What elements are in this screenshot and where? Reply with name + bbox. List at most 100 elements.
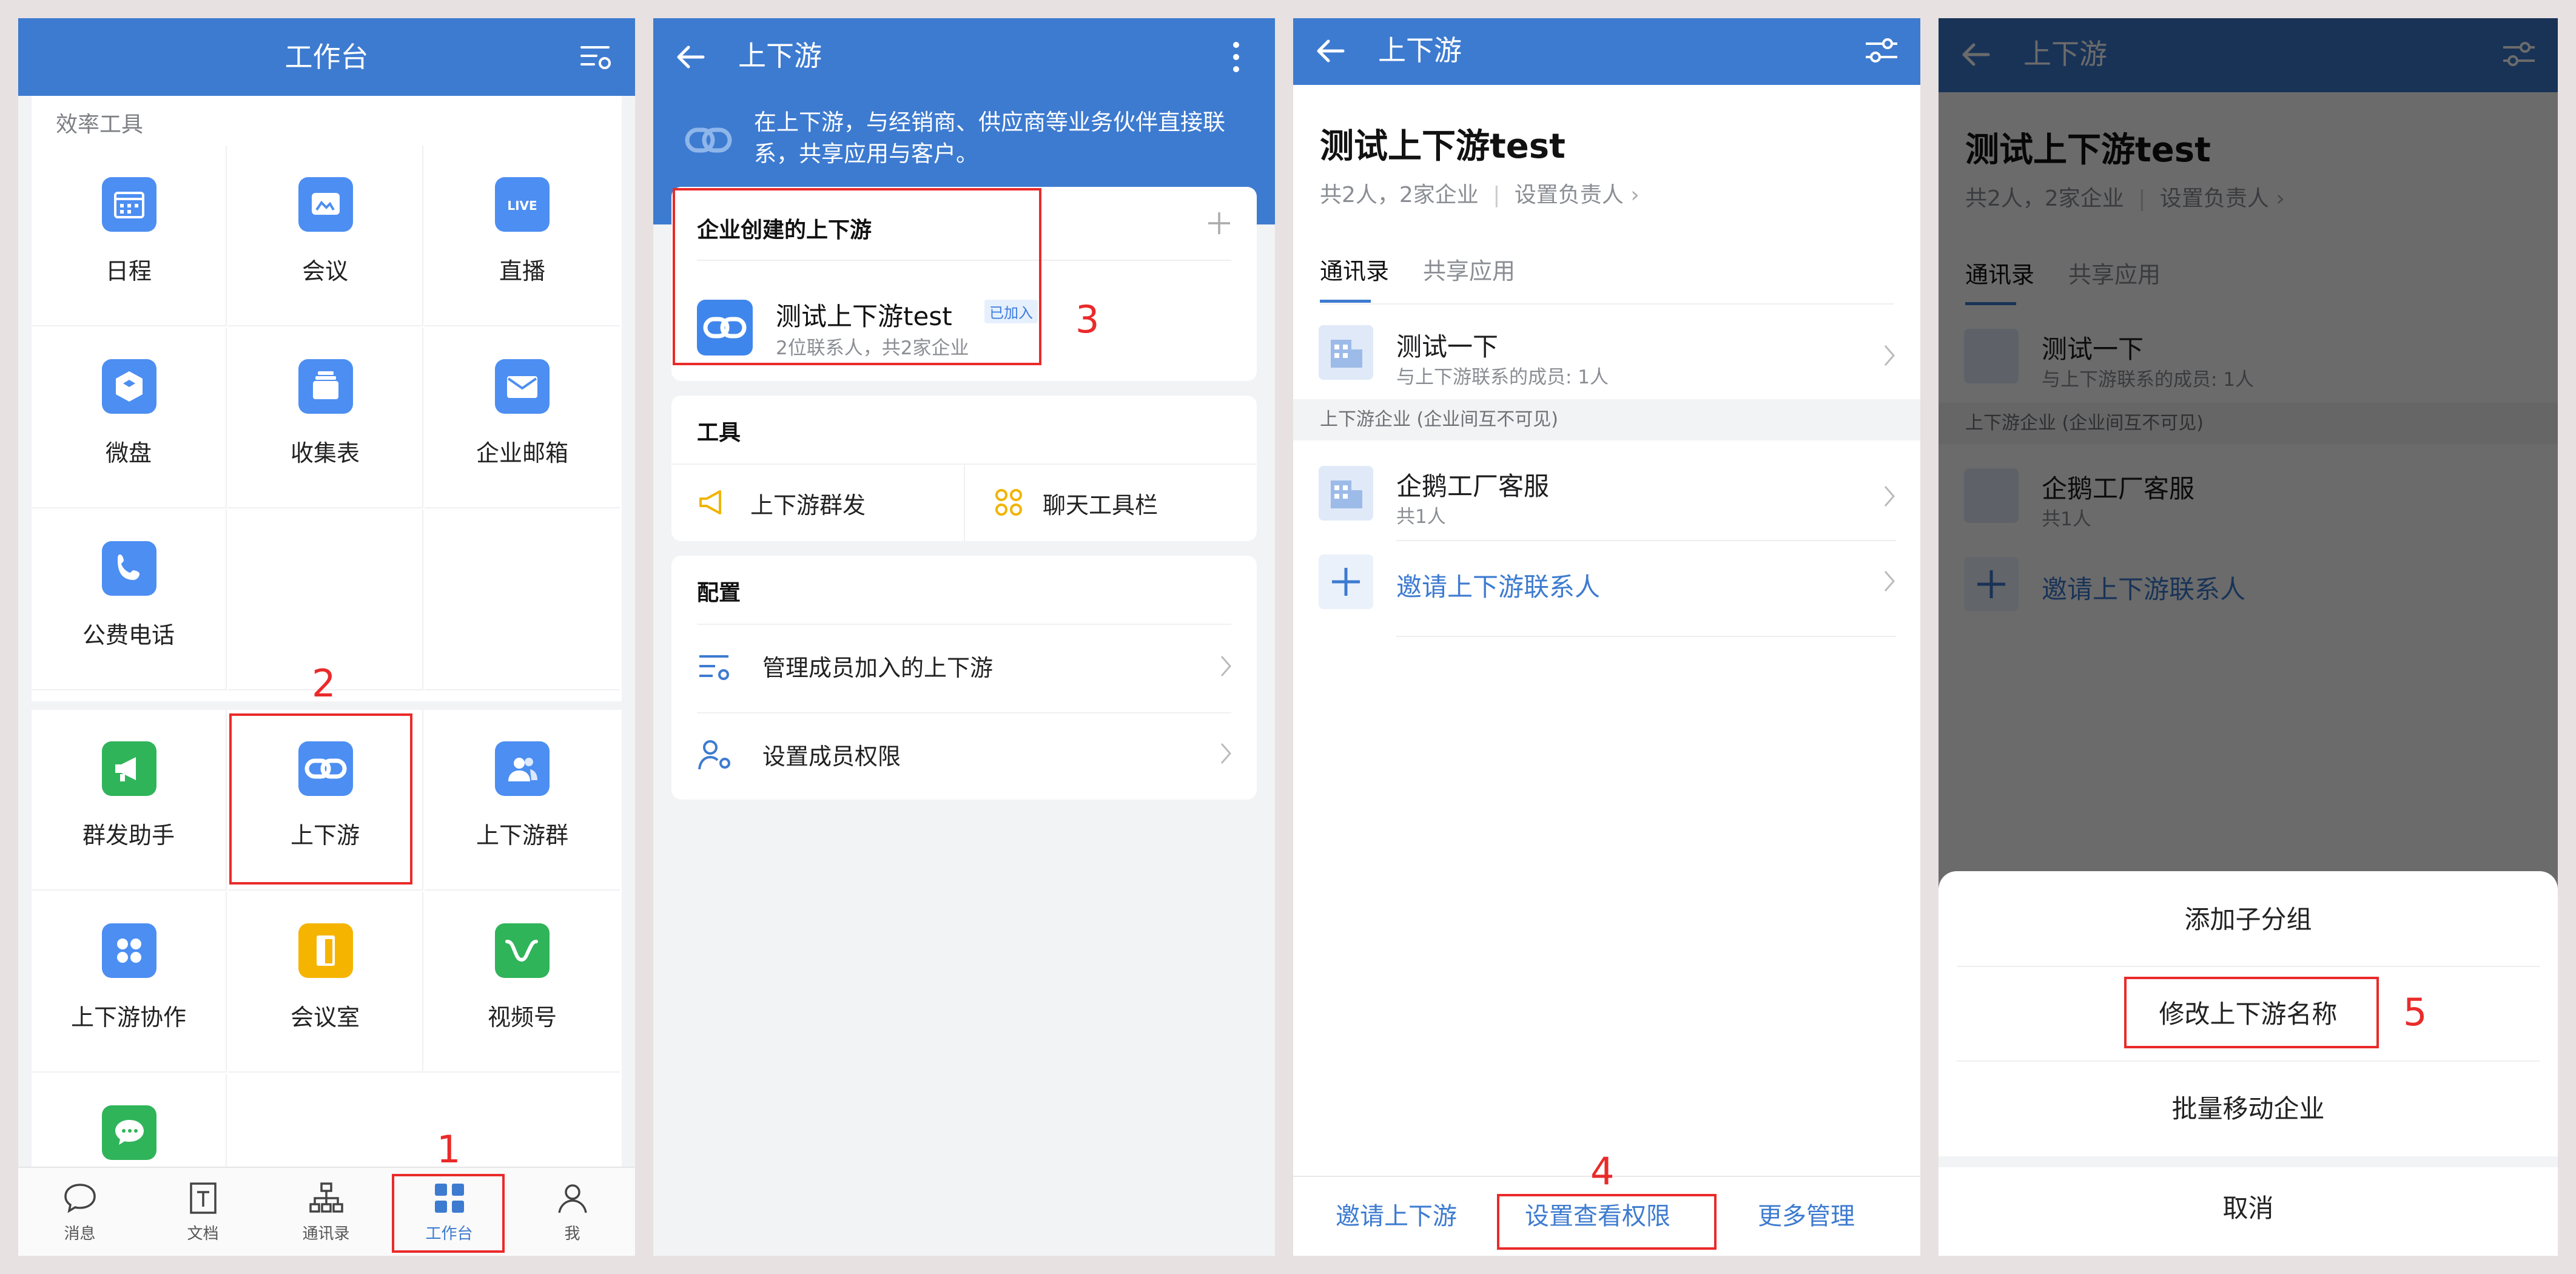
bottom-tab-bar: 消息 文档 通讯录 工作台 我 — [18, 1167, 635, 1256]
app-tile[interactable]: 群发助手 — [32, 710, 227, 891]
app-tile[interactable] — [32, 1074, 227, 1171]
chat-icon — [102, 1105, 156, 1160]
app-label: 上下游协作 — [70, 1004, 186, 1031]
grid-icon — [435, 1184, 464, 1213]
back-arrow-icon[interactable] — [673, 39, 709, 75]
toolbar-icon — [995, 489, 1022, 516]
card-title: 企业创建的上下游 — [697, 218, 872, 243]
config-card: 配置 管理成员加入的上下游 设置成员权限 — [671, 556, 1257, 800]
app-label: 上下游 — [290, 822, 360, 849]
app-label: 收集表 — [290, 440, 360, 467]
user-settings-icon — [698, 740, 730, 770]
app-label: 群发助手 — [82, 822, 175, 849]
app-tile[interactable]: LIVE 直播 — [425, 146, 620, 326]
drive-icon — [102, 359, 156, 414]
app-label: 企业邮箱 — [476, 440, 568, 467]
efficiency-tools-card: 效率工具 日程 会议 LIVE 直播微盘 收集表 企业邮箱公费电话 — [32, 96, 622, 701]
partner-summary: 2位联系人，共2家企业 — [776, 337, 969, 359]
app-tile[interactable]: 公费电话 — [32, 510, 227, 690]
page-title: 上下游 — [738, 39, 822, 72]
tab-me[interactable]: 我 — [511, 1168, 634, 1256]
megaphone-icon — [699, 490, 721, 514]
workbench-screen: 工作台 效率工具 日程 会议 LIVE 直播 微盘 收集表 企业邮箱 公费电话 群发助手 上下游… — [18, 18, 635, 1256]
cancel-button[interactable]: 取消 — [1939, 1188, 2558, 1225]
form-icon — [298, 359, 353, 414]
annotation-number-4: 4 — [1590, 1149, 1615, 1193]
live-icon: LIVE — [495, 177, 550, 232]
app-label: 会议室 — [290, 1004, 360, 1031]
joined-badge: 已加入 — [984, 300, 1038, 323]
tab-contacts[interactable]: 通讯录 — [264, 1168, 388, 1256]
chain-link-icon — [685, 127, 732, 153]
banner-description: 在上下游，与经销商、供应商等业务伙伴直接联系，共享应用与客户。 — [754, 109, 1225, 167]
page-title: 上下游 — [1378, 34, 1462, 67]
action-sheet-screen: 上下游 测试上下游test 共2人，2家企业 | 设置负责人 › 通讯录 共享应… — [1939, 18, 2558, 1256]
settings-list-icon[interactable] — [578, 39, 614, 75]
app-tile[interactable]: 上下游 — [228, 710, 423, 891]
tab-docs[interactable]: 文档 — [141, 1168, 264, 1256]
empty-tile — [425, 510, 620, 690]
upstream-downstream-screen: 上下游 在上下游，与经销商、供应商等业务伙伴直接联系，共享应用与客户。 企业创建… — [653, 18, 1275, 1256]
more-management-button[interactable]: 更多管理 — [1758, 1177, 1855, 1256]
partner-name: 测试上下游test — [776, 302, 952, 331]
app-tile[interactable]: 会议室 — [228, 892, 423, 1073]
set-owner-link[interactable]: 设置负责人 — [1515, 183, 1624, 207]
chevron-right-icon — [1884, 345, 1895, 366]
app-tile[interactable]: 上下游协作 — [32, 892, 227, 1073]
chevron-right-icon — [1220, 743, 1231, 764]
sliders-icon[interactable] — [1863, 33, 1900, 69]
app-tile[interactable]: 日程 — [32, 146, 227, 326]
svg-text:LIVE: LIVE — [507, 198, 537, 213]
tab-contacts[interactable]: 通讯录 — [1320, 252, 1389, 286]
app-label: 会议 — [301, 258, 348, 285]
app-tile[interactable]: 视频号 — [425, 892, 620, 1073]
batch-move-option[interactable]: 批量移动企业 — [1939, 1088, 2558, 1125]
invite-partner-button[interactable]: 邀请上下游 — [1336, 1177, 1457, 1256]
partner-title: 测试上下游test — [1320, 127, 1565, 166]
app-tile[interactable]: 上下游群 — [425, 710, 620, 891]
created-partners-card: 企业创建的上下游 测试上下游test 已加入 2位联系人，共2家企业 — [671, 187, 1257, 381]
meeting-icon — [298, 177, 353, 232]
tab-workbench[interactable]: 工作台 — [388, 1168, 511, 1256]
chevron-right-icon — [1884, 571, 1895, 592]
app-label: 微盘 — [105, 440, 152, 467]
section-label: 效率工具 — [56, 112, 144, 137]
chevron-right-icon — [1884, 486, 1895, 507]
org-chart-icon — [309, 1182, 343, 1213]
annotation-number-2: 2 — [312, 661, 336, 706]
megaphone-icon — [102, 741, 156, 796]
collab-icon — [102, 923, 156, 978]
plus-icon[interactable] — [1206, 210, 1233, 237]
partner-tools-card: 群发助手 上下游 上下游群上下游协作 会议室 视频号 — [32, 710, 622, 1171]
chat-bubble-icon — [64, 1184, 96, 1213]
more-vertical-icon[interactable] — [1218, 39, 1254, 75]
app-label: 直播 — [499, 258, 545, 285]
building-icon — [1319, 466, 1373, 521]
member-count: 共2人，2家企业 — [1320, 183, 1479, 207]
group-icon — [495, 741, 550, 796]
rename-partner-option[interactable]: 修改上下游名称 — [1939, 994, 2558, 1031]
partner-detail-screen: 上下游 测试上下游test 共2人，2家企业 | 设置负责人 › 通讯录 共享应… — [1293, 18, 1920, 1256]
app-tile[interactable]: 会议 — [228, 146, 423, 326]
link-app-icon — [697, 300, 753, 356]
annotation-number-5: 5 — [2403, 990, 2427, 1034]
page-title: 工作台 — [284, 41, 369, 73]
tab-shared-apps[interactable]: 共享应用 — [1423, 252, 1515, 286]
app-tile[interactable]: 收集表 — [228, 328, 423, 508]
building-icon — [1319, 325, 1373, 380]
app-tile[interactable]: 企业邮箱 — [425, 328, 620, 508]
app-tile[interactable]: 微盘 — [32, 328, 227, 508]
app-label: 日程 — [105, 258, 152, 285]
add-subgroup-option[interactable]: 添加子分组 — [1939, 899, 2558, 936]
list-settings-icon — [699, 655, 729, 680]
annotation-number-1: 1 — [437, 1127, 461, 1171]
workbench-header: 工作台 — [18, 18, 635, 96]
tab-messages[interactable]: 消息 — [18, 1168, 141, 1256]
header: 上下游 — [1293, 18, 1920, 85]
person-icon — [558, 1184, 587, 1213]
link-icon — [298, 741, 353, 796]
annotation-number-3: 3 — [1075, 297, 1100, 342]
section-band: 上下游企业 (企业间互不可见) — [1293, 399, 1920, 440]
card-title: 配置 — [697, 581, 741, 605]
back-arrow-icon[interactable] — [1313, 33, 1349, 69]
